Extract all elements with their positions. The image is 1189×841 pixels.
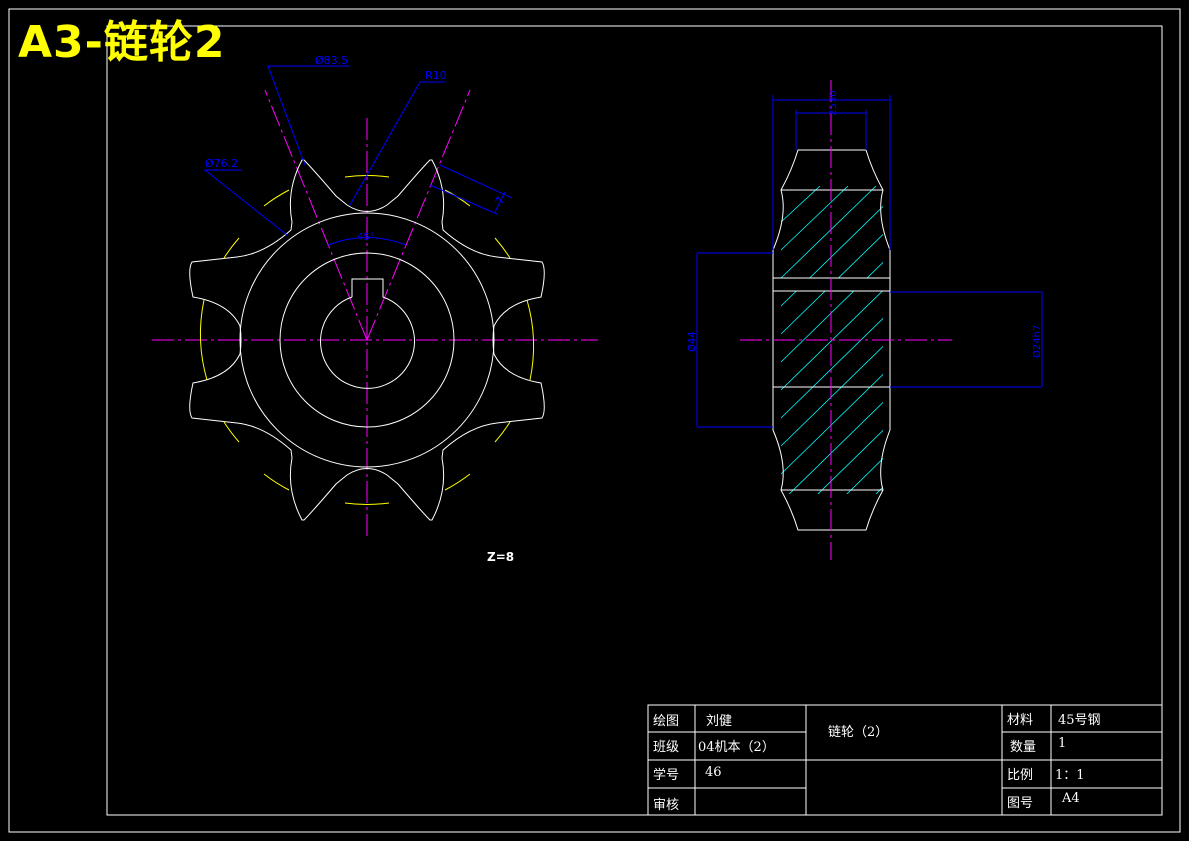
quantity-value: 1: [1058, 736, 1067, 751]
scale-value: 1：1: [1055, 768, 1085, 783]
dim-angle: 45°: [357, 232, 375, 243]
drawn-by-value: 刘健: [706, 714, 733, 729]
side-dimensions: [696, 95, 1043, 428]
dim-bore-diameter: Ø24h7: [1031, 325, 1043, 358]
drawing-name: 链轮（2）: [828, 725, 889, 740]
drawn-by-label: 绘图: [653, 714, 680, 729]
sheet-value: A4: [1062, 791, 1080, 806]
dim-tooth-width: 25: [828, 103, 839, 116]
front-dimensions: [203, 65, 513, 246]
teeth-count-label: Z=8: [487, 550, 514, 564]
dim-tip-diameter: Ø83.5: [315, 54, 348, 67]
dim-radius: R10: [425, 69, 447, 82]
side-view: [696, 80, 1043, 560]
quantity-label: 数量: [1010, 740, 1037, 755]
angle-construction-line-left: [264, 89, 368, 341]
dim-width: 7: [493, 194, 508, 206]
inner-drawing-frame: [106, 25, 1163, 816]
class-label: 班级: [653, 740, 680, 755]
class-value: 04机本（2）: [698, 740, 775, 755]
scale-label: 比例: [1007, 768, 1034, 783]
material-value: 45号钢: [1058, 713, 1101, 728]
review-label: 审核: [653, 798, 680, 813]
title-block: 绘图 刘健 链轮（2） 材料 45号钢 班级 04机本（2） 数量 1 学号 4…: [648, 705, 1162, 815]
front-view: [152, 65, 598, 537]
dim-root-diameter: Ø76.2: [205, 157, 238, 170]
drawing-banner-title: A3-链轮2: [18, 17, 226, 68]
dim-total-width: 30: [828, 90, 839, 103]
dim-hub-diameter: Ø44: [686, 331, 698, 352]
angle-construction-line-right: [366, 89, 471, 341]
sheet-label: 图号: [1007, 796, 1034, 811]
student-no-label: 学号: [653, 768, 680, 783]
material-label: 材料: [1007, 713, 1034, 728]
student-no-value: 46: [705, 765, 722, 780]
